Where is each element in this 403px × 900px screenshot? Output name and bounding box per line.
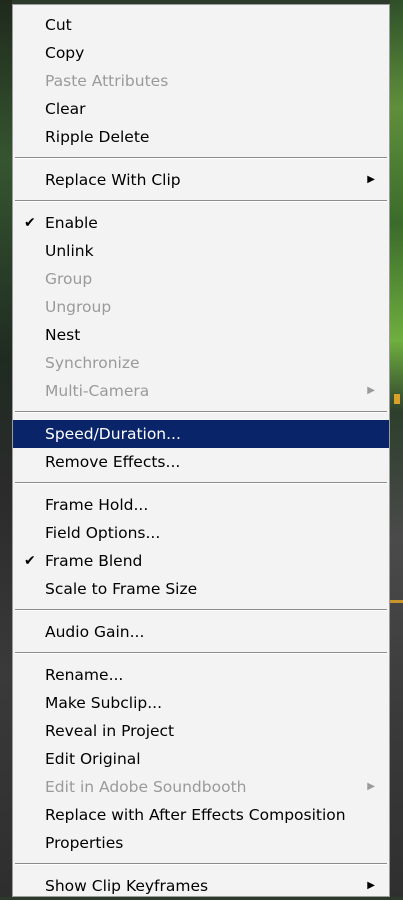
menu-item-edit-in-soundbooth[interactable]: Edit in Adobe Soundbooth ▶: [13, 773, 389, 801]
menu-item-ungroup[interactable]: Ungroup: [13, 293, 389, 321]
menu-item-group[interactable]: Group: [13, 265, 389, 293]
menu-item-label: Multi-Camera: [45, 382, 150, 400]
menu-item-paste-attributes[interactable]: Paste Attributes: [13, 67, 389, 95]
menu-separator: [15, 482, 387, 484]
menu-item-unlink[interactable]: Unlink: [13, 237, 389, 265]
menu-item-label: Field Options...: [45, 524, 161, 542]
menu-separator: [15, 411, 387, 413]
menu-item-cut[interactable]: Cut: [13, 11, 389, 39]
menu-item-frame-blend[interactable]: ✔ Frame Blend: [13, 547, 389, 575]
menu-item-label: Ungroup: [45, 298, 112, 316]
menu-item-label: Frame Hold...: [45, 496, 149, 514]
menu-separator: [15, 200, 387, 202]
background-right-panel: [390, 0, 403, 897]
submenu-arrow-icon: ▶: [367, 781, 375, 792]
menu-separator: [15, 157, 387, 159]
menu-item-audio-gain[interactable]: Audio Gain...: [13, 618, 389, 646]
menu-item-label: Replace With Clip: [45, 171, 181, 189]
menu-separator: [15, 863, 387, 865]
menu-item-multi-camera[interactable]: Multi-Camera ▶: [13, 377, 389, 405]
menu-item-label: Scale to Frame Size: [45, 580, 198, 598]
menu-item-scale-to-frame-size[interactable]: Scale to Frame Size: [13, 575, 389, 603]
menu-item-label: Group: [45, 270, 93, 288]
menu-item-synchronize[interactable]: Synchronize: [13, 349, 389, 377]
menu-item-label: Enable: [45, 214, 98, 232]
menu-item-label: Cut: [45, 16, 72, 34]
menu-item-label: Nest: [45, 326, 81, 344]
menu-item-label: Remove Effects...: [45, 453, 181, 471]
menu-item-make-subclip[interactable]: Make Subclip...: [13, 689, 389, 717]
menu-item-show-clip-keyframes[interactable]: Show Clip Keyframes ▶: [13, 872, 389, 900]
menu-item-label: Audio Gain...: [45, 623, 145, 641]
menu-item-label: Rename...: [45, 666, 124, 684]
menu-item-enable[interactable]: ✔ Enable: [13, 209, 389, 237]
menu-item-label: Copy: [45, 44, 85, 62]
menu-separator: [15, 609, 387, 611]
menu-item-nest[interactable]: Nest: [13, 321, 389, 349]
submenu-arrow-icon: ▶: [367, 880, 375, 891]
checkmark-icon: ✔: [24, 215, 36, 231]
menu-item-label: Frame Blend: [45, 552, 143, 570]
menu-item-properties[interactable]: Properties: [13, 829, 389, 857]
checkmark-icon: ✔: [24, 553, 36, 569]
timeline-marker: [390, 600, 403, 603]
background-left-panel: [0, 0, 12, 897]
menu-item-label: Synchronize: [45, 354, 140, 372]
menu-item-field-options[interactable]: Field Options...: [13, 519, 389, 547]
menu-item-label: Replace with After Effects Composition: [45, 806, 346, 824]
menu-item-rename[interactable]: Rename...: [13, 661, 389, 689]
submenu-arrow-icon: ▶: [367, 385, 375, 396]
menu-item-label: Unlink: [45, 242, 94, 260]
context-menu: Cut Copy Paste Attributes Clear Ripple D…: [12, 4, 390, 897]
menu-item-replace-with-after-effects[interactable]: Replace with After Effects Composition: [13, 801, 389, 829]
menu-item-label: Properties: [45, 834, 124, 852]
menu-item-label: Ripple Delete: [45, 128, 150, 146]
menu-item-speed-duration[interactable]: Speed/Duration...: [13, 420, 389, 448]
menu-separator: [15, 652, 387, 654]
menu-item-label: Show Clip Keyframes: [45, 877, 209, 895]
menu-item-reveal-in-project[interactable]: Reveal in Project: [13, 717, 389, 745]
menu-item-label: Clear: [45, 100, 86, 118]
menu-item-replace-with-clip[interactable]: Replace With Clip ▶: [13, 166, 389, 194]
timeline-marker: [394, 394, 400, 404]
menu-item-label: Make Subclip...: [45, 694, 163, 712]
menu-item-label: Reveal in Project: [45, 722, 175, 740]
menu-item-clear[interactable]: Clear: [13, 95, 389, 123]
menu-item-frame-hold[interactable]: Frame Hold...: [13, 491, 389, 519]
menu-item-label: Edit Original: [45, 750, 141, 768]
menu-item-remove-effects[interactable]: Remove Effects...: [13, 448, 389, 476]
menu-item-label: Speed/Duration...: [45, 425, 181, 443]
submenu-arrow-icon: ▶: [367, 174, 375, 185]
menu-item-label: Edit in Adobe Soundbooth: [45, 778, 247, 796]
menu-item-ripple-delete[interactable]: Ripple Delete: [13, 123, 389, 151]
menu-item-edit-original[interactable]: Edit Original: [13, 745, 389, 773]
menu-item-label: Paste Attributes: [45, 72, 169, 90]
menu-item-copy[interactable]: Copy: [13, 39, 389, 67]
